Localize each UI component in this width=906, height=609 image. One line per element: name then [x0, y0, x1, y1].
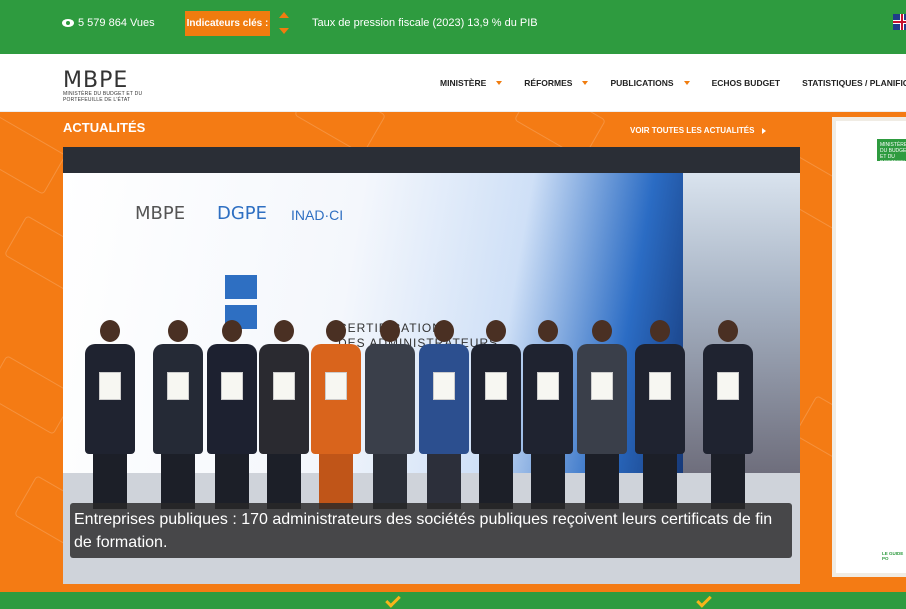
eye-icon [62, 19, 74, 27]
person [207, 320, 257, 509]
nav-item-echos-budget[interactable]: ECHOS BUDGET [712, 78, 780, 88]
nav-item-reformes[interactable]: RÉFORMES [524, 78, 589, 88]
nav-item-publications[interactable]: PUBLICATIONS [610, 78, 690, 88]
caret-down-icon [582, 81, 589, 85]
person [703, 320, 753, 509]
section-title: ACTUALITÉS [63, 120, 146, 135]
side-promo-card[interactable]: MINISTÈRE DU BUDGET ET DU PORTEFEUILLE L… [832, 117, 906, 577]
side-card-tag: MINISTÈRE DU BUDGET ET DU PORTEFEUILLE [877, 139, 906, 166]
arrow-up-icon[interactable] [279, 12, 289, 18]
person [419, 320, 469, 509]
see-all-label: VOIR TOUTES LES ACTUALITÉS [630, 126, 755, 135]
person [577, 320, 627, 509]
main-nav: MINISTÈRE RÉFORMES PUBLICATIONS ECHOS BU… [440, 78, 906, 88]
logo-wordmark: MBPE [63, 68, 129, 93]
site-header: MBPE MINISTÈRE DU BUDGET ET DU PORTEFEUI… [0, 54, 906, 112]
screen-logo-inadci: INAD·CI [291, 207, 344, 223]
person [311, 320, 361, 509]
nav-label: MINISTÈRE [440, 78, 487, 88]
nav-item-ministere[interactable]: MINISTÈRE [440, 78, 503, 88]
person [523, 320, 573, 509]
english-flag-icon[interactable] [893, 14, 906, 30]
news-featured-image[interactable]: MBPE DGPE INAD·CI CERTIFICATION DES ADMI… [63, 147, 800, 584]
view-count-text: 5 579 864 Vues [78, 17, 155, 29]
person [635, 320, 685, 509]
news-section: ACTUALITÉS VOIR TOUTES LES ACTUALITÉS MB… [0, 112, 906, 592]
see-all-news-link[interactable]: VOIR TOUTES LES ACTUALITÉS [630, 126, 767, 135]
nav-item-statistiques[interactable]: STATISTIQUES / PLANIFICA [802, 78, 906, 88]
nav-label: PUBLICATIONS [610, 78, 674, 88]
person [471, 320, 521, 509]
chevron-right-icon [762, 127, 767, 134]
screen-logo-mbpe: MBPE [135, 203, 186, 224]
caret-down-icon [496, 81, 503, 85]
nav-label: RÉFORMES [524, 78, 573, 88]
arrow-down-icon[interactable] [279, 28, 289, 34]
key-indicators-button[interactable]: Indicateurs clés : [185, 11, 270, 36]
screen-logo-dgpe: DGPE [217, 203, 268, 224]
person [153, 320, 203, 509]
footer-band [0, 592, 906, 609]
indicator-ticker: Taux de pression fiscale (2023) 13,9 % d… [312, 17, 538, 29]
caret-down-icon [683, 81, 690, 85]
logo-subtitle: MINISTÈRE DU BUDGET ET DU PORTEFEUILLE D… [63, 91, 143, 103]
person [85, 320, 135, 509]
nav-label: STATISTIQUES / PLANIFICA [802, 78, 906, 88]
top-bar: 5 579 864 Vues Indicateurs clés : Taux d… [0, 0, 906, 54]
news-caption[interactable]: Entreprises publiques : 170 administrate… [70, 503, 792, 558]
person [259, 320, 309, 509]
view-counter: 5 579 864 Vues [62, 17, 155, 29]
site-logo[interactable]: MBPE MINISTÈRE DU BUDGET ET DU PORTEFEUI… [63, 68, 163, 104]
person [365, 320, 415, 509]
nav-label: ECHOS BUDGET [711, 78, 781, 88]
side-card-footer: LE GUIDE PO [882, 551, 904, 561]
ticker-arrows [278, 10, 290, 38]
